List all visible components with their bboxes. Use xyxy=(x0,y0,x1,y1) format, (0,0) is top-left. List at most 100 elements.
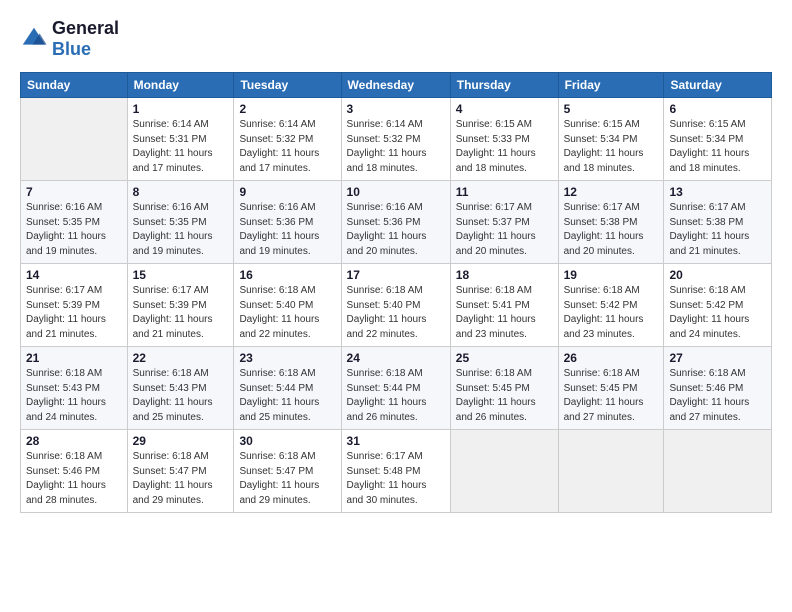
day-info: Sunrise: 6:18 AMSunset: 5:42 PMDaylight:… xyxy=(669,284,766,342)
calendar-cell xyxy=(21,98,128,181)
day-number: 26 xyxy=(564,351,659,365)
calendar-week-row: 1 Sunrise: 6:14 AMSunset: 5:31 PMDaylight… xyxy=(21,98,772,181)
day-info: Sunrise: 6:18 AMSunset: 5:47 PMDaylight:… xyxy=(239,450,335,508)
day-number: 22 xyxy=(133,351,229,365)
logo-area: General Blue xyxy=(20,18,119,60)
day-number: 21 xyxy=(26,351,122,365)
day-info: Sunrise: 6:17 AMSunset: 5:38 PMDaylight:… xyxy=(564,201,659,259)
day-number: 13 xyxy=(669,185,766,199)
weekday-header: Monday xyxy=(127,73,234,98)
day-info: Sunrise: 6:18 AMSunset: 5:44 PMDaylight:… xyxy=(347,367,445,425)
calendar: SundayMondayTuesdayWednesdayThursdayFrid… xyxy=(20,72,772,513)
day-info: Sunrise: 6:18 AMSunset: 5:44 PMDaylight:… xyxy=(239,367,335,425)
calendar-cell: 3Sunrise: 6:14 AMSunset: 5:32 PMDaylight… xyxy=(341,98,450,181)
calendar-cell: 10 Sunrise: 6:16 AMSunset: 5:36 PMDayligh… xyxy=(341,181,450,264)
day-info: Sunrise: 6:17 AMSunset: 5:39 PMDaylight:… xyxy=(26,284,122,342)
day-info: Sunrise: 6:16 AMSunset: 5:35 PMDaylight:… xyxy=(133,201,229,259)
calendar-cell: 29 Sunrise: 6:18 AMSunset: 5:47 PMDayligh… xyxy=(127,430,234,513)
calendar-cell: 16 Sunrise: 6:18 AMSunset: 5:40 PMDayligh… xyxy=(234,264,341,347)
calendar-cell: 6 Sunrise: 6:15 AMSunset: 5:34 PMDaylight… xyxy=(664,98,772,181)
weekday-header: Wednesday xyxy=(341,73,450,98)
day-info: Sunrise: 6:15 AMSunset: 5:33 PMDaylight:… xyxy=(456,118,553,176)
day-info: Sunrise: 6:15 AMSunset: 5:34 PMDaylight:… xyxy=(669,118,766,176)
calendar-cell: 8 Sunrise: 6:16 AMSunset: 5:35 PMDaylight… xyxy=(127,181,234,264)
day-info: Sunrise: 6:17 AMSunset: 5:48 PMDaylight:… xyxy=(347,450,445,508)
logo-icon xyxy=(20,25,48,53)
day-info: Sunrise: 6:18 AMSunset: 5:46 PMDaylight:… xyxy=(26,450,122,508)
day-info: Sunrise: 6:17 AMSunset: 5:39 PMDaylight:… xyxy=(133,284,229,342)
day-number: 1 xyxy=(133,102,229,116)
calendar-cell: 19Sunrise: 6:18 AMSunset: 5:42 PMDayligh… xyxy=(558,264,664,347)
weekday-header: Sunday xyxy=(21,73,128,98)
calendar-week-row: 14 Sunrise: 6:17 AMSunset: 5:39 PMDayligh… xyxy=(21,264,772,347)
day-info: Sunrise: 6:15 AMSunset: 5:34 PMDaylight:… xyxy=(564,118,659,176)
day-number: 4 xyxy=(456,102,553,116)
day-info: Sunrise: 6:18 AMSunset: 5:41 PMDaylight:… xyxy=(456,284,553,342)
calendar-cell: 21 Sunrise: 6:18 AMSunset: 5:43 PMDayligh… xyxy=(21,347,128,430)
calendar-cell: 31 Sunrise: 6:17 AMSunset: 5:48 PMDayligh… xyxy=(341,430,450,513)
day-number: 23 xyxy=(239,351,335,365)
calendar-cell: 4 Sunrise: 6:15 AMSunset: 5:33 PMDaylight… xyxy=(450,98,558,181)
day-number: 19 xyxy=(564,268,659,282)
day-info: Sunrise: 6:18 AMSunset: 5:47 PMDaylight:… xyxy=(133,450,229,508)
day-number: 8 xyxy=(133,185,229,199)
calendar-cell: 24Sunrise: 6:18 AMSunset: 5:44 PMDayligh… xyxy=(341,347,450,430)
day-number: 7 xyxy=(26,185,122,199)
calendar-week-row: 28 Sunrise: 6:18 AMSunset: 5:46 PMDayligh… xyxy=(21,430,772,513)
day-number: 29 xyxy=(133,434,229,448)
day-info: Sunrise: 6:18 AMSunset: 5:45 PMDaylight:… xyxy=(564,367,659,425)
day-info: Sunrise: 6:18 AMSunset: 5:46 PMDaylight:… xyxy=(669,367,766,425)
day-info: Sunrise: 6:17 AMSunset: 5:38 PMDaylight:… xyxy=(669,201,766,259)
calendar-header-row: SundayMondayTuesdayWednesdayThursdayFrid… xyxy=(21,73,772,98)
calendar-cell: 5 Sunrise: 6:15 AMSunset: 5:34 PMDaylight… xyxy=(558,98,664,181)
weekday-header: Tuesday xyxy=(234,73,341,98)
weekday-header: Thursday xyxy=(450,73,558,98)
day-number: 5 xyxy=(564,102,659,116)
calendar-cell: 18Sunrise: 6:18 AMSunset: 5:41 PMDayligh… xyxy=(450,264,558,347)
day-number: 28 xyxy=(26,434,122,448)
day-number: 30 xyxy=(239,434,335,448)
day-number: 20 xyxy=(669,268,766,282)
calendar-cell: 25 Sunrise: 6:18 AMSunset: 5:45 PMDayligh… xyxy=(450,347,558,430)
calendar-cell: 17 Sunrise: 6:18 AMSunset: 5:40 PMDayligh… xyxy=(341,264,450,347)
day-info: Sunrise: 6:18 AMSunset: 5:45 PMDaylight:… xyxy=(456,367,553,425)
day-info: Sunrise: 6:18 AMSunset: 5:43 PMDaylight:… xyxy=(26,367,122,425)
calendar-cell: 1 Sunrise: 6:14 AMSunset: 5:31 PMDaylight… xyxy=(127,98,234,181)
day-number: 25 xyxy=(456,351,553,365)
calendar-cell: 14 Sunrise: 6:17 AMSunset: 5:39 PMDayligh… xyxy=(21,264,128,347)
day-number: 10 xyxy=(347,185,445,199)
calendar-cell: 28 Sunrise: 6:18 AMSunset: 5:46 PMDayligh… xyxy=(21,430,128,513)
day-number: 16 xyxy=(239,268,335,282)
day-number: 27 xyxy=(669,351,766,365)
day-number: 2 xyxy=(239,102,335,116)
day-info: Sunrise: 6:16 AMSunset: 5:36 PMDaylight:… xyxy=(347,201,445,259)
day-number: 12 xyxy=(564,185,659,199)
logo-text: General Blue xyxy=(52,18,119,60)
calendar-cell: 7Sunrise: 6:16 AMSunset: 5:35 PMDaylight… xyxy=(21,181,128,264)
calendar-cell: 9Sunrise: 6:16 AMSunset: 5:36 PMDaylight… xyxy=(234,181,341,264)
day-info: Sunrise: 6:18 AMSunset: 5:40 PMDaylight:… xyxy=(239,284,335,342)
day-number: 6 xyxy=(669,102,766,116)
calendar-cell: 11 Sunrise: 6:17 AMSunset: 5:37 PMDayligh… xyxy=(450,181,558,264)
day-info: Sunrise: 6:17 AMSunset: 5:37 PMDaylight:… xyxy=(456,201,553,259)
page: General Blue SundayMondayTuesdayWednesda… xyxy=(0,0,792,523)
calendar-cell: 15 Sunrise: 6:17 AMSunset: 5:39 PMDayligh… xyxy=(127,264,234,347)
calendar-cell: 26 Sunrise: 6:18 AMSunset: 5:45 PMDayligh… xyxy=(558,347,664,430)
day-number: 31 xyxy=(347,434,445,448)
day-info: Sunrise: 6:14 AMSunset: 5:32 PMDaylight:… xyxy=(239,118,335,176)
calendar-week-row: 21 Sunrise: 6:18 AMSunset: 5:43 PMDayligh… xyxy=(21,347,772,430)
header: General Blue xyxy=(20,18,772,60)
calendar-week-row: 7 Sunrise: 6:16 AMSunset: 5:35 PMDaylight… xyxy=(21,181,772,264)
day-number: 15 xyxy=(133,268,229,282)
calendar-cell: 12 Sunrise: 6:17 AMSunset: 5:38 PMDayligh… xyxy=(558,181,664,264)
calendar-cell xyxy=(450,430,558,513)
day-number: 14 xyxy=(26,268,122,282)
day-info: Sunrise: 6:18 AMSunset: 5:40 PMDaylight:… xyxy=(347,284,445,342)
day-number: 11 xyxy=(456,185,553,199)
calendar-cell: 23 Sunrise: 6:18 AMSunset: 5:44 PMDayligh… xyxy=(234,347,341,430)
day-number: 17 xyxy=(347,268,445,282)
weekday-header: Friday xyxy=(558,73,664,98)
day-info: Sunrise: 6:14 AMSunset: 5:31 PMDaylight:… xyxy=(133,118,229,176)
calendar-cell: 2 Sunrise: 6:14 AMSunset: 5:32 PMDaylight… xyxy=(234,98,341,181)
day-info: Sunrise: 6:14 AMSunset: 5:32 PMDaylight:… xyxy=(347,118,445,176)
